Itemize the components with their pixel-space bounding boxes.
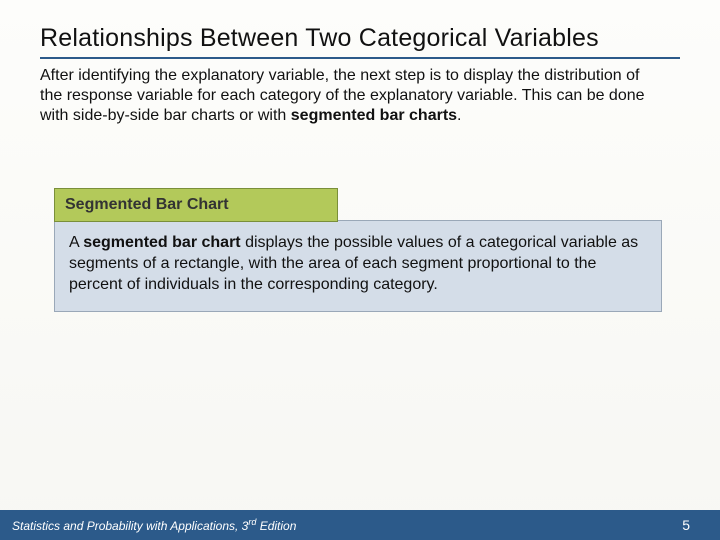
slide-title: Relationships Between Two Categorical Va… <box>40 24 680 59</box>
footer-book-pre: Statistics and Probability with Applicat… <box>12 519 248 533</box>
callout-body-pre: A <box>69 234 83 251</box>
intro-text-bold: segmented bar charts <box>291 107 457 124</box>
footer-book-title: Statistics and Probability with Applicat… <box>12 517 296 533</box>
footer-bar: Statistics and Probability with Applicat… <box>0 510 720 540</box>
footer-page-number: 5 <box>682 517 690 533</box>
slide: Relationships Between Two Categorical Va… <box>0 0 720 540</box>
callout-body-bold: segmented bar chart <box>83 234 240 251</box>
callout-body: A segmented bar chart displays the possi… <box>54 220 662 312</box>
intro-text-post: . <box>457 107 461 124</box>
callout-header: Segmented Bar Chart <box>54 188 338 222</box>
intro-paragraph: After identifying the explanatory variab… <box>40 66 660 126</box>
footer-book-post: Edition <box>256 519 296 533</box>
